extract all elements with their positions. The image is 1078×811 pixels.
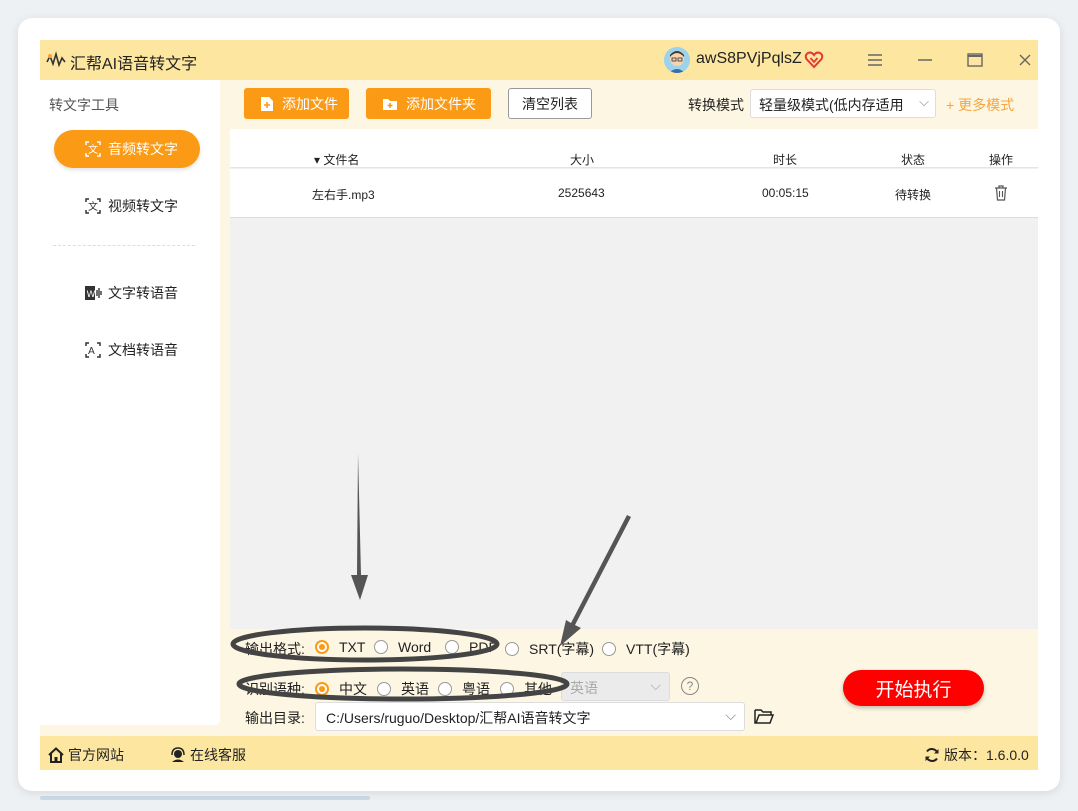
add-folder-label: 添加文件夹 [406, 95, 476, 112]
language-option-other[interactable]: 其他 [500, 679, 552, 699]
open-folder-icon[interactable] [754, 707, 774, 725]
output-format-label: 输出格式: [245, 641, 305, 657]
column-header-size: 大小 [570, 153, 595, 167]
conversion-mode-label: 转换模式 [688, 97, 744, 113]
menu-icon[interactable] [862, 48, 888, 72]
sidebar-item-label: 文字转语音 [108, 285, 178, 301]
footer-link-label: 在线客服 [190, 747, 246, 763]
settings-panel: 输出格式: TXT Word PDF SRT(字幕) VTT(字幕) 识别语种:… [230, 629, 1038, 731]
refresh-icon [925, 748, 939, 762]
headset-icon [171, 747, 185, 762]
chevron-down-icon: ⌵ [650, 677, 661, 693]
option-label: Word [398, 639, 432, 655]
trash-icon[interactable] [994, 185, 1008, 201]
toolbar: 添加文件 添加文件夹 清空列表 转换模式 轻量级模式(低内存适用 ⌵ + 更多模… [230, 80, 1038, 128]
sidebar-item-video-to-text[interactable]: 文 视频转文字 [54, 187, 200, 225]
column-header-filename[interactable]: ▾ 文件名 [314, 151, 359, 168]
column-header-action: 操作 [989, 153, 1014, 167]
format-option-word[interactable]: Word [374, 639, 431, 655]
output-dir-label: 输出目录: [245, 710, 305, 726]
username[interactable]: awS8PVjPqlsZ [696, 50, 802, 68]
footer-bar: 官方网站 在线客服 版本：1.6.0.0 [40, 736, 1038, 770]
version-label: 版本：1.6.0.0 [944, 747, 1029, 763]
conversion-mode-select[interactable]: 轻量级模式(低内存适用 ⌵ [750, 89, 936, 118]
language-option-english[interactable]: 英语 [377, 679, 429, 699]
column-header-status: 状态 [901, 153, 926, 167]
footer-link-label: 官方网站 [68, 747, 124, 763]
column-header-duration: 时长 [773, 153, 798, 167]
file-status: 待转换 [895, 188, 932, 202]
table-row[interactable]: 左右手.mp3 2525643 00:05:15 待转换 [230, 169, 1038, 218]
home-icon [48, 747, 64, 763]
audio-to-text-icon: 文 [85, 141, 101, 157]
table-header: ▾ 文件名 大小 时长 状态 操作 [230, 129, 1038, 168]
app-window: 汇帮AI语音转文字 awS8PVjPqlsZ 转文字工具 文 音频转文字 文 视… [18, 18, 1060, 791]
option-label: 其他 [524, 681, 552, 697]
app-frame: 汇帮AI语音转文字 awS8PVjPqlsZ 转文字工具 文 音频转文字 文 视… [40, 40, 1038, 770]
app-title: 汇帮AI语音转文字 [70, 56, 198, 73]
video-to-text-icon: 文 [85, 198, 101, 214]
language-option-cantonese[interactable]: 粤语 [438, 679, 490, 699]
sidebar-item-label: 文档转语音 [108, 342, 178, 358]
svg-text:文: 文 [88, 143, 98, 156]
maximize-icon[interactable] [962, 48, 988, 72]
sidebar-item-text-to-speech[interactable]: W 文字转语音 [54, 274, 200, 312]
file-duration: 00:05:15 [762, 186, 809, 200]
more-modes-link[interactable]: + 更多模式 [946, 95, 1014, 115]
option-label: VTT(字幕) [626, 641, 690, 657]
add-folder-icon [383, 98, 397, 110]
svg-text:文: 文 [88, 200, 98, 213]
file-size: 2525643 [558, 186, 605, 200]
sidebar-item-label: 视频转文字 [108, 198, 178, 214]
other-language-value: 英语 [570, 680, 598, 696]
sidebar-heading: 转文字工具 [49, 97, 119, 113]
option-label: 粤语 [462, 681, 490, 697]
language-option-chinese[interactable]: 中文 [315, 679, 367, 699]
sidebar-item-document-to-speech[interactable]: A 文档转语音 [54, 331, 200, 369]
document-to-speech-icon: A [85, 342, 101, 358]
file-table: ▾ 文件名 大小 时长 状态 操作 左右手.mp3 2525643 00:05:… [230, 129, 1038, 629]
output-dir-select[interactable]: C:/Users/ruguo/Desktop/汇帮AI语音转文字 ⌵ [315, 702, 745, 731]
title-bar: 汇帮AI语音转文字 awS8PVjPqlsZ [40, 40, 1038, 80]
chevron-down-icon: ⌵ [725, 707, 736, 723]
add-file-label: 添加文件 [282, 95, 338, 112]
add-file-button[interactable]: 添加文件 [244, 88, 349, 119]
sidebar: 转文字工具 文 音频转文字 文 视频转文字 W 文字转语音 A 文档转语音 [40, 80, 220, 725]
sidebar-item-label: 音频转文字 [108, 141, 178, 157]
format-option-txt[interactable]: TXT [315, 639, 365, 655]
output-dir-value: C:/Users/ruguo/Desktop/汇帮AI语音转文字 [326, 710, 591, 726]
app-logo-icon [46, 51, 66, 68]
option-label: 中文 [339, 681, 367, 697]
format-option-pdf[interactable]: PDF [445, 639, 497, 655]
option-label: TXT [339, 639, 366, 655]
minimize-icon[interactable] [912, 48, 938, 72]
option-label: PDF [469, 639, 497, 655]
file-name: 左右手.mp3 [312, 188, 375, 202]
option-label: 英语 [401, 681, 429, 697]
svg-text:A: A [88, 346, 95, 357]
chevron-down-icon: ⌵ [919, 94, 929, 109]
format-option-srt[interactable]: SRT(字幕) [505, 639, 594, 659]
version-info[interactable]: 版本：1.6.0.0 [924, 745, 1029, 765]
sidebar-item-audio-to-text[interactable]: 文 音频转文字 [54, 130, 200, 168]
format-option-vtt[interactable]: VTT(字幕) [602, 639, 690, 659]
text-to-speech-icon: W [85, 286, 102, 300]
start-button[interactable]: 开始执行 [843, 670, 984, 706]
close-icon[interactable] [1012, 48, 1038, 72]
language-label: 识别语种: [245, 681, 305, 697]
option-label: SRT(字幕) [529, 641, 595, 657]
add-folder-button[interactable]: 添加文件夹 [366, 88, 491, 119]
avatar[interactable] [664, 47, 690, 73]
sidebar-divider [53, 245, 195, 246]
vip-heart-icon[interactable] [804, 50, 824, 70]
clear-list-button[interactable]: 清空列表 [508, 88, 592, 119]
svg-text:W: W [87, 290, 96, 300]
add-file-icon [261, 96, 273, 111]
online-support-link[interactable]: 在线客服 [170, 745, 246, 765]
official-website-link[interactable]: 官方网站 [48, 745, 124, 765]
help-icon[interactable]: ? [681, 677, 699, 695]
desktop-taskbar-strip [40, 796, 370, 800]
conversion-mode-value: 轻量级模式(低内存适用 [759, 97, 904, 113]
other-language-select[interactable]: 英语 ⌵ [561, 672, 670, 701]
